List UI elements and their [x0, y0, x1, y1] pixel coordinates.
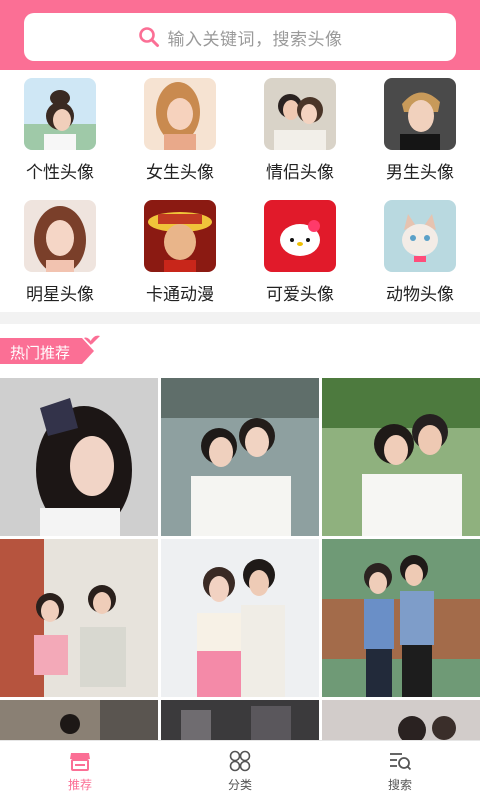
category-item-couples[interactable]: 情侣头像 — [240, 78, 360, 194]
photo-grid — [0, 378, 480, 740]
category-item-boys[interactable]: 男生头像 — [360, 78, 480, 194]
category-label: 动物头像 — [386, 285, 454, 305]
photo-tile[interactable] — [0, 700, 158, 740]
category-item-personality[interactable]: 个性头像 — [0, 78, 120, 194]
girl-bun-thumb — [24, 78, 96, 150]
grid-icon — [229, 750, 251, 772]
girl-thumb — [144, 78, 216, 150]
section-divider — [0, 312, 480, 324]
nav-label: 搜索 — [387, 778, 412, 792]
nav-label: 推荐 — [67, 778, 92, 792]
hot-section-tag: 热门推荐 — [0, 334, 104, 368]
category-label: 情侣头像 — [266, 163, 334, 183]
photo-tile[interactable] — [322, 700, 480, 740]
category-label: 个性头像 — [26, 163, 94, 183]
nav-item-category[interactable]: 分类 — [160, 741, 320, 800]
category-item-stars[interactable]: 明星头像 — [0, 200, 120, 316]
category-label: 可爱头像 — [266, 285, 334, 305]
category-item-cartoon[interactable]: 卡通动漫 — [120, 200, 240, 316]
header-bar: 输入关键词，搜索头像 — [0, 0, 480, 70]
photo-tile[interactable] — [161, 700, 319, 740]
category-label: 明星头像 — [26, 285, 94, 305]
star-thumb — [24, 200, 96, 272]
couple-thumb — [264, 78, 336, 150]
bottom-nav: 推荐 分类 搜索 — [0, 740, 480, 800]
list-search-icon — [390, 753, 412, 771]
app-root: 输入关键词，搜索头像 个性头像 女生头像 情侣头像 男生头像 明星头像 卡通动漫… — [0, 0, 480, 800]
category-label: 卡通动漫 — [146, 285, 214, 305]
boy-thumb — [384, 78, 456, 150]
hot-section-title: 热门推荐 — [10, 344, 71, 362]
photo-tile[interactable] — [0, 378, 158, 536]
photo-tile[interactable] — [322, 539, 480, 697]
category-item-animals[interactable]: 动物头像 — [360, 200, 480, 316]
photo-tile[interactable] — [161, 539, 319, 697]
category-item-cute[interactable]: 可爱头像 — [240, 200, 360, 316]
cat-thumb — [384, 200, 456, 272]
photo-tile[interactable] — [322, 378, 480, 536]
photo-tile[interactable] — [0, 539, 158, 697]
search-icon — [138, 27, 159, 47]
search-placeholder: 输入关键词，搜索头像 — [167, 29, 343, 50]
shop-icon — [70, 753, 90, 771]
nav-item-search[interactable]: 搜索 — [320, 741, 480, 800]
category-label: 男生头像 — [386, 163, 454, 183]
nav-item-recommend[interactable]: 推荐 — [0, 741, 160, 800]
photo-tile[interactable] — [161, 378, 319, 536]
search-input[interactable]: 输入关键词，搜索头像 — [24, 13, 456, 61]
category-grid: 个性头像 女生头像 情侣头像 男生头像 明星头像 卡通动漫 可爱头像 动物头像 — [0, 78, 480, 308]
category-item-girls[interactable]: 女生头像 — [120, 78, 240, 194]
category-label: 女生头像 — [146, 163, 214, 183]
hello-kitty-thumb — [264, 200, 336, 272]
luffy-thumb — [144, 200, 216, 272]
nav-label: 分类 — [227, 778, 252, 792]
